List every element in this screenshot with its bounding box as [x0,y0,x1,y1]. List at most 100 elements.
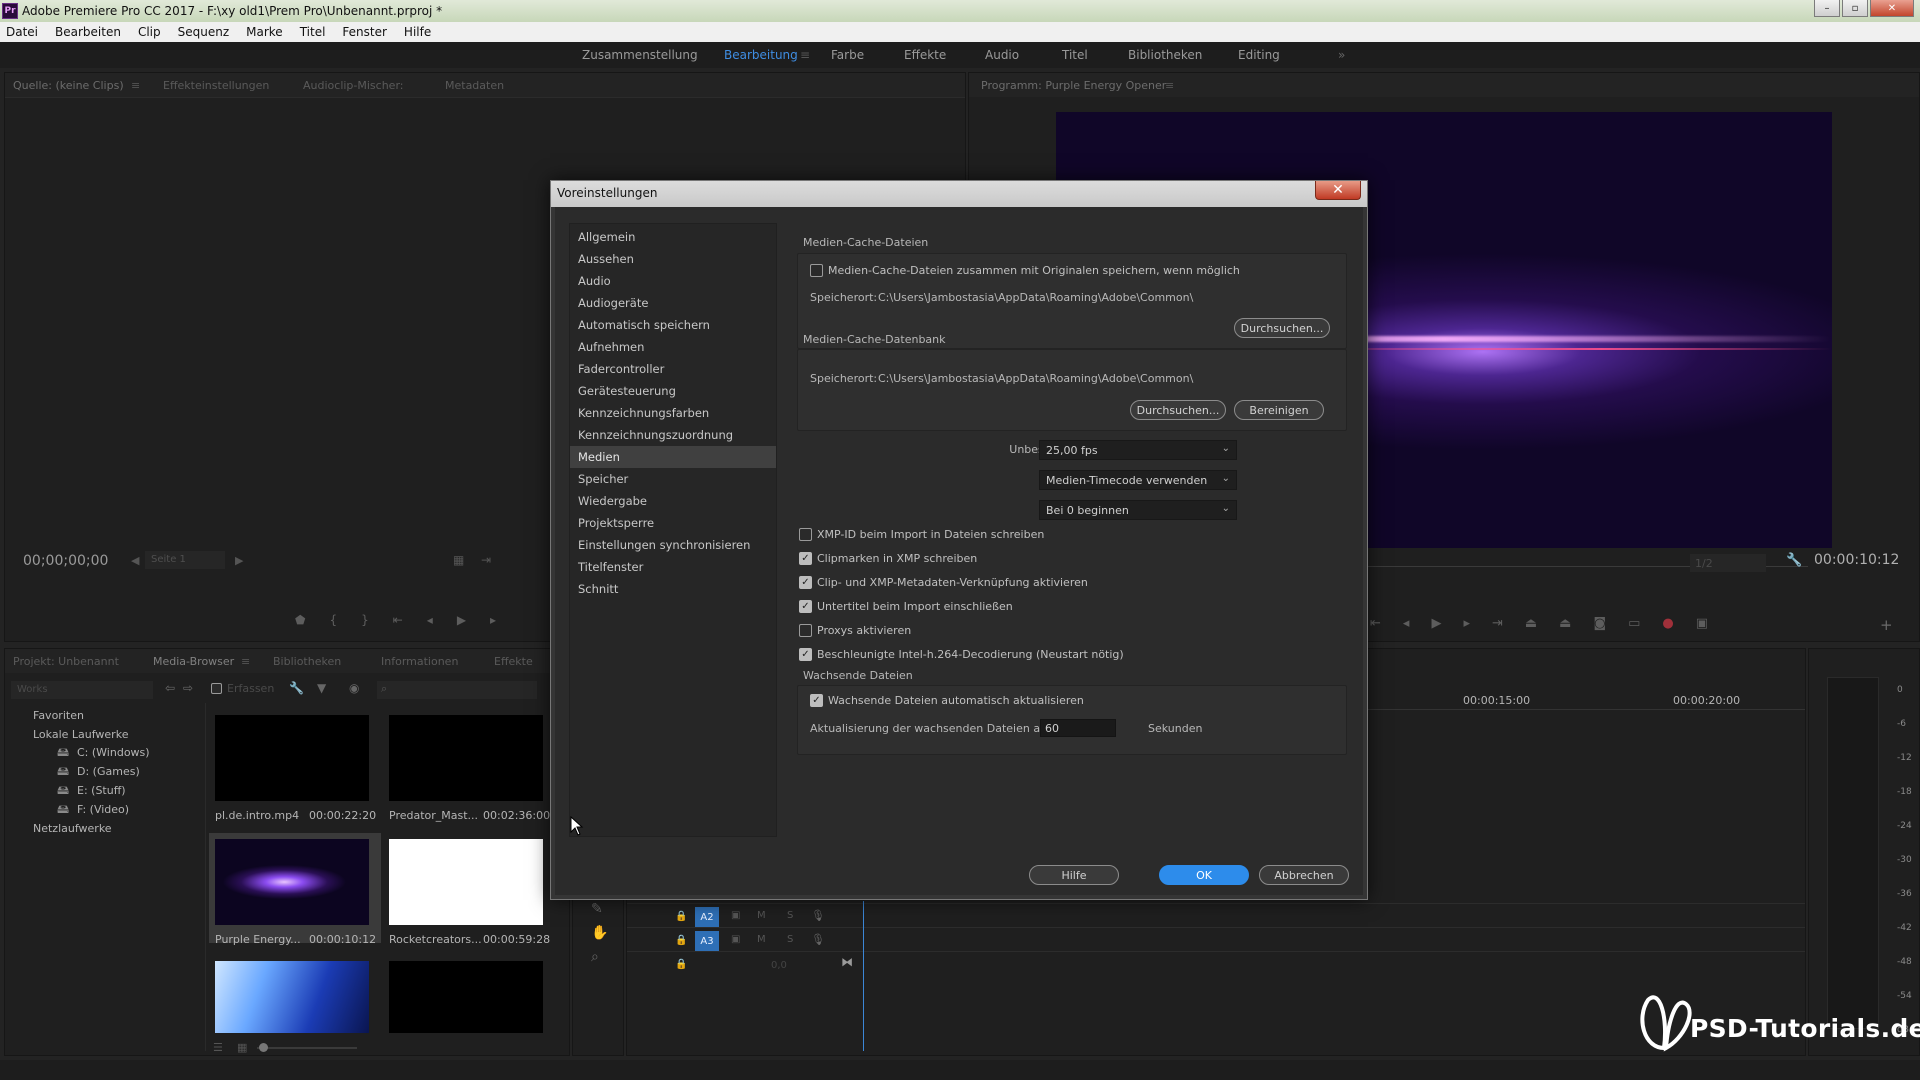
workspace-overflow-icon[interactable]: » [1338,48,1345,62]
tab-menu-icon[interactable]: ≡ [131,79,140,92]
workspace-farbe[interactable]: Farbe [831,48,864,62]
menu-titel[interactable]: Titel [300,25,326,39]
ok-button[interactable]: OK [1159,865,1249,885]
timebase-select[interactable]: 25,00 fps ⌄ [1039,440,1237,460]
program-timecode[interactable]: 00:00:10:12 [1814,552,1899,568]
nav-allgemein[interactable]: Allgemein [570,226,776,248]
back-icon[interactable]: ⇦ [165,681,175,695]
nav-fadercontroller[interactable]: Fadercontroller [570,358,776,380]
captions-checkbox[interactable]: ✓ [799,600,812,613]
tree-drive-d[interactable]: D: (Games) [77,765,140,778]
location-select[interactable]: Works [11,681,153,699]
resolution-select[interactable]: 1/2 [1690,554,1766,572]
workspace-audio[interactable]: Audio [985,48,1019,62]
master-end-icon[interactable]: ⧓ [841,955,853,969]
mute-a2-icon[interactable]: M [757,910,766,921]
menu-sequenz[interactable]: Sequenz [178,25,230,39]
sync-a2-icon[interactable]: ▣ [731,910,740,921]
lock-a2-icon[interactable]: 🔒 [675,911,687,922]
source-export-icon[interactable]: ⇥ [481,553,491,567]
play-icon[interactable]: ▶ [457,613,466,627]
proxies-label[interactable]: Proxys aktivieren [817,624,911,637]
workspace-effekte[interactable]: Effekte [904,48,946,62]
wrench-icon[interactable]: 🔧 [1786,553,1802,568]
workspace-menu-icon[interactable]: ≡ [800,48,810,62]
frame-numbering-select[interactable]: Bei 0 beginnen ⌄ [1039,500,1237,520]
menu-marke[interactable]: Marke [246,25,283,39]
workspace-titel[interactable]: Titel [1062,48,1088,62]
playhead[interactable] [863,901,864,1051]
cancel-button[interactable]: Abbrechen [1259,865,1349,885]
nav-schnitt[interactable]: Schnitt [570,578,776,600]
tab-program[interactable]: Programm: Purple Energy Opener [981,79,1166,92]
view-icon[interactable]: ◉ [349,681,359,695]
filter-icon[interactable]: ▼ [317,681,326,695]
nav-aussehen[interactable]: Aussehen [570,248,776,270]
master-level[interactable]: 0,0 [771,960,787,971]
cache-db-clean-button[interactable]: Bereinigen [1234,400,1324,420]
workspace-editing[interactable]: Editing [1238,48,1280,62]
tree-drive-c[interactable]: C: (Windows) [77,746,150,759]
zoom-slider[interactable] [257,1047,357,1049]
tab-effects[interactable]: Effekte [494,655,533,668]
mark-out-icon[interactable]: } [361,613,369,627]
refresh-interval-input[interactable]: 60 [1040,719,1116,737]
thumb-flare[interactable] [215,961,369,1033]
add-button-icon[interactable]: + [1880,616,1893,634]
intel-decoding-checkbox[interactable]: ✓ [799,648,812,661]
growing-files-label[interactable]: Wachsende Dateien automatisch aktualisie… [828,694,1084,707]
source-settings-icon[interactable]: ▦ [453,553,464,567]
track-a3[interactable]: A3 [695,931,719,951]
cache-files-browse-button[interactable]: Durchsuchen... [1234,318,1330,338]
thumb-rocketcreators[interactable] [389,839,543,925]
menu-datei[interactable]: Datei [6,25,38,39]
cache-files-checkbox[interactable] [810,264,823,277]
cache-files-checkbox-label[interactable]: Medien-Cache-Dateien zusammen mit Origin… [828,264,1240,277]
minimize-button[interactable]: – [1814,0,1840,17]
marker-icon[interactable]: ⬟ [295,613,305,627]
lift-icon[interactable]: ⏏ [1525,616,1537,631]
record-icon[interactable]: ● [1662,616,1673,631]
lock-a3-icon[interactable]: 🔒 [675,935,687,946]
program-step-back-icon[interactable]: ◂ [1403,616,1410,631]
tree-netzlaufwerke[interactable]: Netzlaufwerke [33,822,112,835]
tree-lokale-laufwerke[interactable]: Lokale Laufwerke [33,728,128,741]
xmp-id-label[interactable]: XMP-ID beim Import in Dateien schreiben [817,528,1044,541]
step-back-icon[interactable]: ◂ [427,613,433,627]
source-timecode[interactable]: 00;00;00;00 [23,553,108,569]
menu-clip[interactable]: Clip [138,25,161,39]
solo-a3-icon[interactable]: S [787,934,793,945]
ingest-checkbox[interactable] [211,683,222,694]
zoom-tool-icon[interactable]: ⌕ [591,949,599,965]
xmp-id-checkbox[interactable] [799,528,812,541]
clip-markers-label[interactable]: Clipmarken in XMP schreiben [817,552,977,565]
pen-tool-icon[interactable]: ✎ [591,901,603,917]
zoom-slider-handle[interactable] [259,1043,268,1052]
sync-a3-icon[interactable]: ▣ [731,934,740,945]
nav-automatisch-speichern[interactable]: Automatisch speichern [570,314,776,336]
program-go-to-out-icon[interactable]: ⇥ [1492,616,1503,631]
thumb-predator[interactable] [389,715,543,801]
ingest-settings-icon[interactable]: 🔧 [289,681,304,695]
program-step-forward-icon[interactable]: ▸ [1463,616,1470,631]
tree-drive-f[interactable]: F: (Video) [77,803,129,816]
icon-view-icon[interactable]: ▦ [237,1041,247,1054]
program-tab-menu-icon[interactable]: ≡ [1165,79,1174,92]
nav-aufnehmen[interactable]: Aufnehmen [570,336,776,358]
nav-speicher[interactable]: Speicher [570,468,776,490]
tab-project[interactable]: Projekt: Unbenannt [13,655,119,668]
metadata-link-checkbox[interactable]: ✓ [799,576,812,589]
forward-icon[interactable]: ⇨ [183,681,193,695]
tab-libraries[interactable]: Bibliotheken [273,655,341,668]
nav-geraetesteuerung[interactable]: Gerätesteuerung [570,380,776,402]
camera-icon[interactable]: ◙ [1593,616,1606,631]
step-forward-icon[interactable]: ▸ [490,613,496,627]
thumb-black-2[interactable] [389,961,543,1033]
nav-titelfenster[interactable]: Titelfenster [570,556,776,578]
program-go-to-in-icon[interactable]: ⇤ [1370,616,1381,631]
mark-in-icon[interactable]: { [329,613,337,627]
media-search-input[interactable]: ⌕ [377,681,537,699]
workspace-bibliotheken[interactable]: Bibliotheken [1128,48,1202,62]
nav-medien[interactable]: Medien [570,446,776,468]
thumb-purple-energy[interactable] [215,839,369,925]
